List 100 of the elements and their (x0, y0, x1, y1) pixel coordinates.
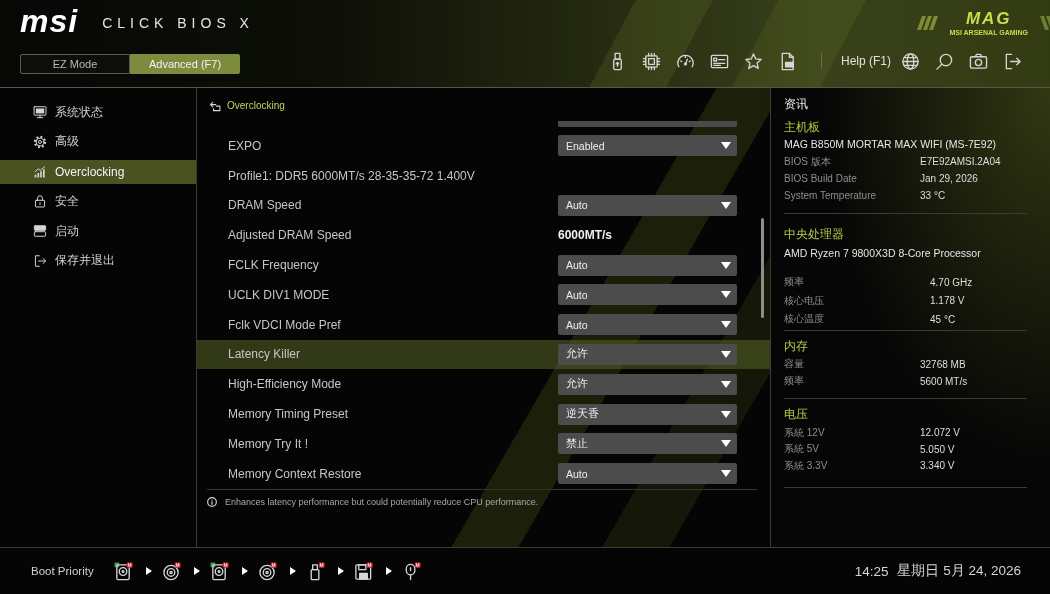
search-icon[interactable] (935, 51, 954, 71)
disc-icon[interactable] (161, 561, 181, 581)
gear-icon (33, 134, 47, 149)
sidebar-item[interactable]: 启动 (0, 219, 196, 244)
hard-drive-icon[interactable] (209, 561, 229, 581)
setting-label: FCLK Frequency (228, 258, 320, 273)
info-label: 系統 5V (784, 442, 820, 457)
hard-drive-icon[interactable] (113, 561, 133, 581)
setting-row[interactable]: Memory Context Restore Auto (197, 458, 770, 489)
dropdown[interactable]: Auto (558, 195, 737, 216)
arrow-icon (289, 567, 296, 575)
section-heading: 主机板 (784, 119, 821, 136)
setting-value: 6000MT/s (558, 228, 614, 243)
sidebar-item[interactable]: 安全 (0, 189, 196, 214)
exit-icon (33, 254, 47, 268)
arrow-icon (385, 567, 392, 575)
setting-row[interactable]: EXPO Enabled (197, 131, 770, 161)
setting-row[interactable]: Fclk VDCI Mode Pref Auto (197, 309, 770, 340)
section-heading: 电压 (784, 405, 809, 423)
dropdown[interactable]: 禁止 (558, 433, 737, 455)
info-label: System Temperature (784, 190, 878, 201)
info-value: 32768 MB (920, 358, 967, 370)
info-value: 12.072 V (920, 427, 962, 439)
dropdown[interactable]: 允许 (558, 343, 737, 365)
setting-row[interactable]: Latency Killer 允许 (197, 339, 770, 370)
star-icon[interactable] (744, 51, 763, 71)
setting-label: Fclk VDCI Mode Pref (228, 317, 342, 332)
device-name: MAG B850M MORTAR MAX WIFI (MS-7E92) (784, 137, 997, 152)
dropdown-field[interactable] (558, 121, 737, 127)
setting-row[interactable]: FCLK Frequency Auto (197, 250, 770, 280)
camera-icon[interactable] (969, 51, 988, 71)
info-label: 核心温度 (784, 312, 825, 327)
caret-icon (721, 410, 731, 418)
setting-label: Latency Killer (228, 347, 302, 362)
caret-icon (721, 291, 731, 299)
monitor-icon (33, 105, 47, 119)
dropdown[interactable]: 逆天香 (558, 403, 737, 425)
brand-logo: msi (20, 5, 79, 37)
setting-row[interactable]: High-Efficiency Mode 允许 (197, 369, 770, 400)
setting-row[interactable]: DRAM Speed Auto (197, 190, 770, 221)
sidebar-item[interactable]: 系统状态 (0, 100, 196, 124)
server-icon (33, 224, 47, 239)
info-value: 4.70 GHz (930, 276, 974, 288)
info-value: 5.050 V (920, 443, 956, 455)
setting-label: Memory Try It ! (228, 436, 309, 451)
caret-icon (721, 142, 731, 150)
setting-label: UCLK DIV1 MODE (228, 287, 331, 302)
dropdown[interactable]: Auto (558, 463, 737, 485)
boot-priority-label: Boot Priority (31, 565, 94, 577)
info-value: E7E92AMSI.2A04 (920, 156, 1002, 167)
sidebar-item[interactable]: 高级 (0, 129, 196, 154)
product-title: CLICK BIOS X (102, 13, 254, 30)
setting-row[interactable]: Memory Timing Preset 逆天香 (197, 399, 770, 429)
dropdown[interactable]: Auto (558, 254, 737, 276)
arrow-icon (337, 567, 344, 575)
info-value: Jan 29, 2026 (920, 173, 979, 184)
dropdown[interactable]: Auto (558, 314, 737, 336)
sidebar-item[interactable]: 保存并退出 (0, 249, 196, 273)
cpu-icon[interactable] (642, 51, 661, 71)
setting-label: High-Efficiency Mode (228, 377, 343, 392)
setting-label: Memory Context Restore (228, 466, 363, 481)
info-value: 1.178 V (930, 295, 966, 307)
series-logo: MAG (965, 10, 1012, 27)
exit-icon[interactable] (1003, 51, 1022, 71)
breadcrumb[interactable]: Overclocking (227, 98, 285, 114)
floppy-icon[interactable] (353, 561, 373, 581)
setting-label: Profile1: DDR5 6000MT/s 28-35-35-72 1.400V (228, 168, 476, 183)
section-heading: 内存 (784, 337, 809, 355)
help-link[interactable]: Help (F1) (841, 54, 891, 68)
caret-icon (721, 440, 731, 448)
dropdown[interactable]: Auto (558, 284, 737, 306)
section-heading: 中央处理器 (784, 226, 845, 243)
disc-icon[interactable] (257, 561, 277, 581)
setting-row[interactable]: UCLK DIV1 MODE Auto (197, 280, 770, 310)
arrow-icon (193, 567, 200, 575)
back-icon[interactable] (209, 100, 221, 112)
setting-label: Adjusted DRAM Speed (228, 228, 353, 243)
scrollbar[interactable] (761, 218, 764, 318)
info-label: 系統 12V (784, 425, 826, 440)
setting-row[interactable]: Memory Try It ! 禁止 (197, 428, 770, 459)
clock-time: 14:25 (854, 563, 889, 579)
info-label: 系統 3.3V (784, 458, 829, 473)
caret-icon (721, 470, 731, 478)
info-label: 容量 (784, 357, 805, 371)
lock-icon (33, 194, 47, 209)
setting-row[interactable]: Adjusted DRAM Speed 6000MT/s (197, 220, 770, 251)
caret-icon (721, 350, 731, 358)
setting-row[interactable]: Profile1: DDR5 6000MT/s 28-35-35-72 1.400V (197, 160, 770, 191)
caret-icon (721, 380, 731, 388)
info-value: 33 °C (920, 190, 947, 201)
stripes-icon (917, 16, 940, 30)
arrow-icon (241, 567, 248, 575)
sidebar-item[interactable]: Overclocking (0, 159, 196, 184)
globe-icon[interactable] (901, 51, 920, 71)
dropdown[interactable]: 允许 (558, 373, 737, 395)
bar-chart-icon (33, 164, 47, 179)
arrow-icon (145, 567, 152, 575)
dropdown[interactable]: Enabled (558, 135, 737, 157)
info-label: 频率 (784, 374, 805, 388)
mode-tab[interactable]: EZ Mode (20, 54, 130, 74)
